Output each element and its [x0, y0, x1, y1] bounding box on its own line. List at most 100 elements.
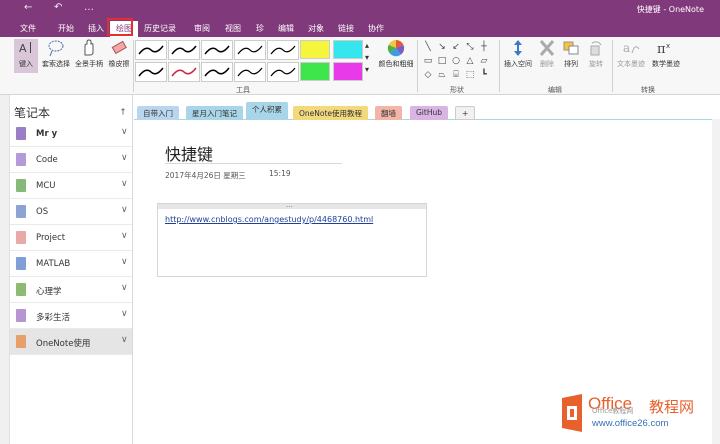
note-link[interactable]: http://www.cnblogs.com/angestudy/p/44687… [165, 215, 373, 224]
rotate-button[interactable]: 旋转 [585, 39, 607, 69]
color-thickness-label: 颜色和粗细 [378, 60, 414, 68]
section-tab[interactable]: 翻墙 [375, 106, 402, 120]
gallery-more-icon[interactable]: ▾ [365, 65, 369, 74]
chevron-down-icon[interactable]: ∨ [121, 153, 128, 163]
notebook-item-selected[interactable]: OneNote使用 ∨ [10, 329, 132, 355]
tab-edit[interactable]: 编辑 [278, 23, 294, 34]
notebook-item[interactable]: 多彩生活 ∨ [10, 303, 132, 329]
notebook-item[interactable]: MCU ∨ [10, 173, 132, 199]
rectangle-shape-icon[interactable]: ▭ [422, 55, 434, 67]
tab-link[interactable]: 链接 [338, 23, 354, 34]
type-button[interactable]: A 键入 [14, 39, 38, 73]
notebook-item[interactable]: Code ∨ [10, 147, 132, 173]
tab-file[interactable]: 文件 [20, 23, 36, 34]
note-container-handle[interactable]: … [158, 201, 426, 209]
arrange-button[interactable]: 排列 [560, 39, 582, 69]
lasso-icon [48, 40, 64, 57]
pen-black-5[interactable] [135, 62, 167, 82]
add-section-button[interactable]: + [455, 106, 476, 120]
notebook-item[interactable]: MATLAB ∨ [10, 251, 132, 277]
section-tab-active[interactable]: 个人积累 [246, 102, 288, 120]
pen-red[interactable] [168, 62, 200, 82]
arrow-shape-icon[interactable]: ↙ [450, 41, 462, 53]
ink-to-text-button[interactable]: a 文本墨迹 [614, 39, 648, 69]
highlighter-magenta[interactable] [333, 62, 363, 81]
delete-button[interactable]: 删除 [536, 39, 558, 69]
tab-review[interactable]: 审阅 [194, 23, 210, 34]
rotate-label: 旋转 [589, 60, 603, 68]
chevron-down-icon[interactable]: ∨ [121, 309, 128, 319]
pen-stroke-icon [138, 45, 164, 55]
gallery-scroll-down-icon[interactable]: ▾ [365, 53, 369, 62]
tab-view[interactable]: 视图 [225, 23, 241, 34]
notebook-item[interactable]: Project ∨ [10, 225, 132, 251]
tab-history[interactable]: 历史记录 [144, 23, 176, 34]
double-arrow-shape-icon[interactable]: ⤡ [464, 41, 476, 53]
cube-shape-icon[interactable]: ⬚ [464, 69, 476, 81]
pen-black-thin[interactable] [135, 40, 167, 60]
page-title[interactable]: 快捷键 [165, 141, 213, 165]
arrow-shape-icon[interactable]: ↘ [436, 41, 448, 53]
line-shape-icon[interactable]: ╲ [422, 41, 434, 53]
chevron-down-icon[interactable]: ∨ [121, 257, 128, 267]
notebook-label: Project [36, 233, 66, 243]
pen-black-4[interactable] [267, 40, 299, 60]
color-thickness-button[interactable]: 颜色和粗细 [376, 39, 416, 69]
diamond-shape-icon[interactable]: ◇ [422, 69, 434, 81]
back-icon[interactable]: ← [24, 2, 32, 13]
type-button-label: 键入 [19, 60, 33, 68]
notebook-item[interactable]: Mr y ∨ [10, 121, 132, 147]
tab-insert[interactable]: 插入 [88, 23, 104, 34]
ink-to-text-label: 文本墨迹 [617, 60, 645, 68]
tab-pearl[interactable]: 珍 [256, 23, 264, 34]
svg-text:a: a [623, 41, 630, 55]
eraser-button[interactable]: 橡皮擦 [106, 39, 132, 69]
rectangle-shape-icon[interactable]: □ [436, 55, 448, 67]
pen-black-6[interactable] [201, 62, 233, 82]
pen-black-3[interactable] [234, 40, 266, 60]
circle-shape-icon[interactable]: ○ [450, 55, 462, 67]
section-tab[interactable]: 自带入门 [137, 106, 179, 120]
section-tab[interactable]: OneNote使用教程 [293, 106, 369, 120]
triangle-shape-icon[interactable]: △ [464, 55, 476, 67]
trapezoid-shape-icon[interactable]: ⏢ [436, 69, 448, 81]
insert-space-label: 插入空间 [504, 60, 532, 68]
lasso-button[interactable]: 套索选择 [40, 39, 72, 69]
chevron-down-icon[interactable]: ∨ [121, 231, 128, 241]
notebook-label: MATLAB [36, 259, 71, 269]
highlighter-green[interactable] [300, 62, 330, 81]
chevron-down-icon[interactable]: ∨ [121, 127, 128, 137]
note-container[interactable]: … http://www.cnblogs.com/angestudy/p/446… [157, 201, 427, 277]
pen-black-7[interactable] [234, 62, 266, 82]
pin-icon[interactable]: † [121, 107, 127, 116]
pen-black-medium[interactable] [168, 40, 200, 60]
ink-to-math-button[interactable]: πx 数学墨迹 [648, 39, 684, 69]
insert-space-button[interactable]: 插入空间 [501, 39, 535, 69]
highlighter-yellow[interactable] [300, 40, 330, 59]
tab-object[interactable]: 对象 [308, 23, 324, 34]
tab-home[interactable]: 开始 [58, 23, 74, 34]
highlighter-cyan[interactable] [333, 40, 363, 59]
pen-black-8[interactable] [267, 62, 299, 82]
chevron-down-icon[interactable]: ∨ [121, 179, 128, 189]
tab-collaborate[interactable]: 协作 [368, 23, 384, 34]
axis-shape-icon[interactable]: ┼ [478, 41, 490, 53]
parallelogram-shape-icon[interactable]: ▱ [478, 55, 490, 67]
pen-stroke-icon [138, 67, 164, 77]
notebook-item[interactable]: OS ∨ [10, 199, 132, 225]
ink-to-math-icon: πx [657, 42, 670, 57]
notebook-item[interactable]: 心理学 ∨ [10, 277, 132, 303]
chevron-down-icon[interactable]: ∨ [121, 335, 128, 345]
chevron-down-icon[interactable]: ∨ [121, 205, 128, 215]
qat-customize-icon[interactable]: … [84, 2, 94, 13]
section-tab[interactable]: GitHub [410, 106, 448, 120]
pen-black-2[interactable] [201, 40, 233, 60]
pan-button[interactable]: 全景手柄 [73, 39, 105, 69]
undo-icon[interactable]: ↶ [54, 2, 62, 13]
chart-shape-icon[interactable]: ┗ [478, 69, 490, 81]
chevron-down-icon[interactable]: ∨ [121, 283, 128, 293]
cylinder-shape-icon[interactable]: ⌸ [450, 69, 462, 81]
color-wheel-icon [387, 39, 405, 57]
gallery-scroll-up-icon[interactable]: ▴ [365, 41, 369, 50]
section-tab[interactable]: 星月入门笔记 [186, 106, 243, 120]
